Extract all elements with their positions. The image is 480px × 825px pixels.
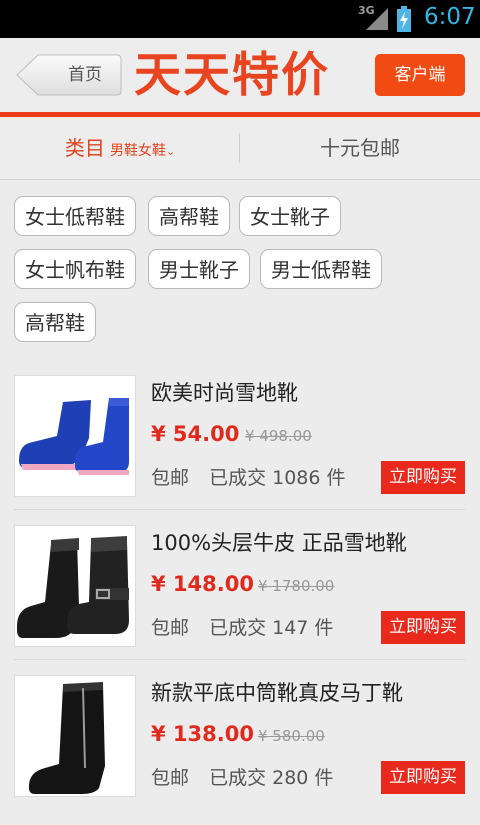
tag-high-top-shoes-2[interactable]: 高帮鞋 — [14, 302, 96, 342]
buy-now-button[interactable]: 立即购买 — [381, 461, 465, 494]
product-image-black-buckle-boot[interactable] — [14, 525, 136, 647]
brand-logo: 天天特价 — [134, 48, 330, 103]
product-meta: 包邮 已成交 1086 件 — [151, 463, 346, 490]
product-price: ¥ 138.00 — [151, 722, 254, 746]
category-sub-label: 男鞋女鞋 — [109, 143, 166, 159]
boot-icon — [17, 536, 129, 638]
clock: 6:07 — [424, 4, 476, 30]
divider — [14, 509, 465, 510]
app-header: 首页 天天特价 客户端 — [0, 38, 480, 112]
sold-count: 已成交 280 件 — [209, 767, 334, 789]
product-original-price: ¥ 1780.00 — [258, 577, 335, 595]
product-original-price: ¥ 580.00 — [258, 727, 325, 745]
status-bar: 3G 6:07 — [0, 0, 480, 38]
tab-free-shipping[interactable]: 十元包邮 — [240, 117, 480, 179]
filter-tabs: 类目 男鞋女鞋⌄ 十元包邮 — [0, 117, 480, 180]
buy-now-button[interactable]: 立即购买 — [381, 761, 465, 794]
tag-men-low-shoes[interactable]: 男士低帮鞋 — [260, 249, 382, 289]
boot-icon — [19, 398, 129, 475]
product-image-blue-snow-boot[interactable] — [14, 375, 136, 497]
shipping-label: 包邮 — [151, 767, 190, 789]
boot-icon — [29, 682, 105, 794]
sold-count: 已成交 1086 件 — [209, 467, 346, 489]
product-price: ¥ 54.00 — [151, 422, 240, 446]
tag-high-top-shoes[interactable]: 高帮鞋 — [148, 196, 230, 236]
sold-count: 已成交 147 件 — [209, 617, 334, 639]
tab-category[interactable]: 类目 男鞋女鞋⌄ — [0, 117, 240, 179]
home-button[interactable]: 首页 — [16, 54, 122, 96]
tag-women-canvas-shoes[interactable]: 女士帆布鞋 — [14, 249, 136, 289]
signal-icon — [366, 8, 388, 30]
buy-now-button[interactable]: 立即购买 — [381, 611, 465, 644]
product-image-black-zip-boot[interactable] — [14, 675, 136, 797]
divider — [14, 659, 465, 660]
tag-women-boots[interactable]: 女士靴子 — [239, 196, 341, 236]
client-app-button[interactable]: 客户端 — [375, 54, 465, 96]
battery-charging-icon — [397, 6, 411, 32]
product-meta: 包邮 已成交 280 件 — [151, 763, 333, 790]
tag-women-low-shoes[interactable]: 女士低帮鞋 — [14, 196, 136, 236]
product-original-price: ¥ 498.00 — [245, 427, 312, 445]
product-price: ¥ 148.00 — [151, 572, 254, 596]
tag-men-boots[interactable]: 男士靴子 — [148, 249, 250, 289]
product-item[interactable]: 100%头层牛皮 正品雪地靴 ¥ 148.00 ¥ 1780.00 包邮 已成交… — [0, 525, 480, 675]
shipping-label: 包邮 — [151, 467, 190, 489]
product-title[interactable]: 欧美时尚雪地靴 — [151, 377, 298, 407]
shipping-label: 包邮 — [151, 617, 190, 639]
product-item[interactable]: 新款平底中筒靴真皮马丁靴 ¥ 138.00 ¥ 580.00 包邮 已成交 28… — [0, 675, 480, 825]
product-item[interactable]: 欧美时尚雪地靴 ¥ 54.00 ¥ 498.00 包邮 已成交 1086 件 立… — [0, 375, 480, 525]
product-title[interactable]: 100%头层牛皮 正品雪地靴 — [151, 527, 407, 557]
home-label: 首页 — [68, 65, 102, 85]
product-meta: 包邮 已成交 147 件 — [151, 613, 333, 640]
chevron-down-icon: ⌄ — [165, 145, 176, 158]
product-title[interactable]: 新款平底中筒靴真皮马丁靴 — [151, 677, 403, 707]
category-label: 类目 — [64, 136, 105, 160]
